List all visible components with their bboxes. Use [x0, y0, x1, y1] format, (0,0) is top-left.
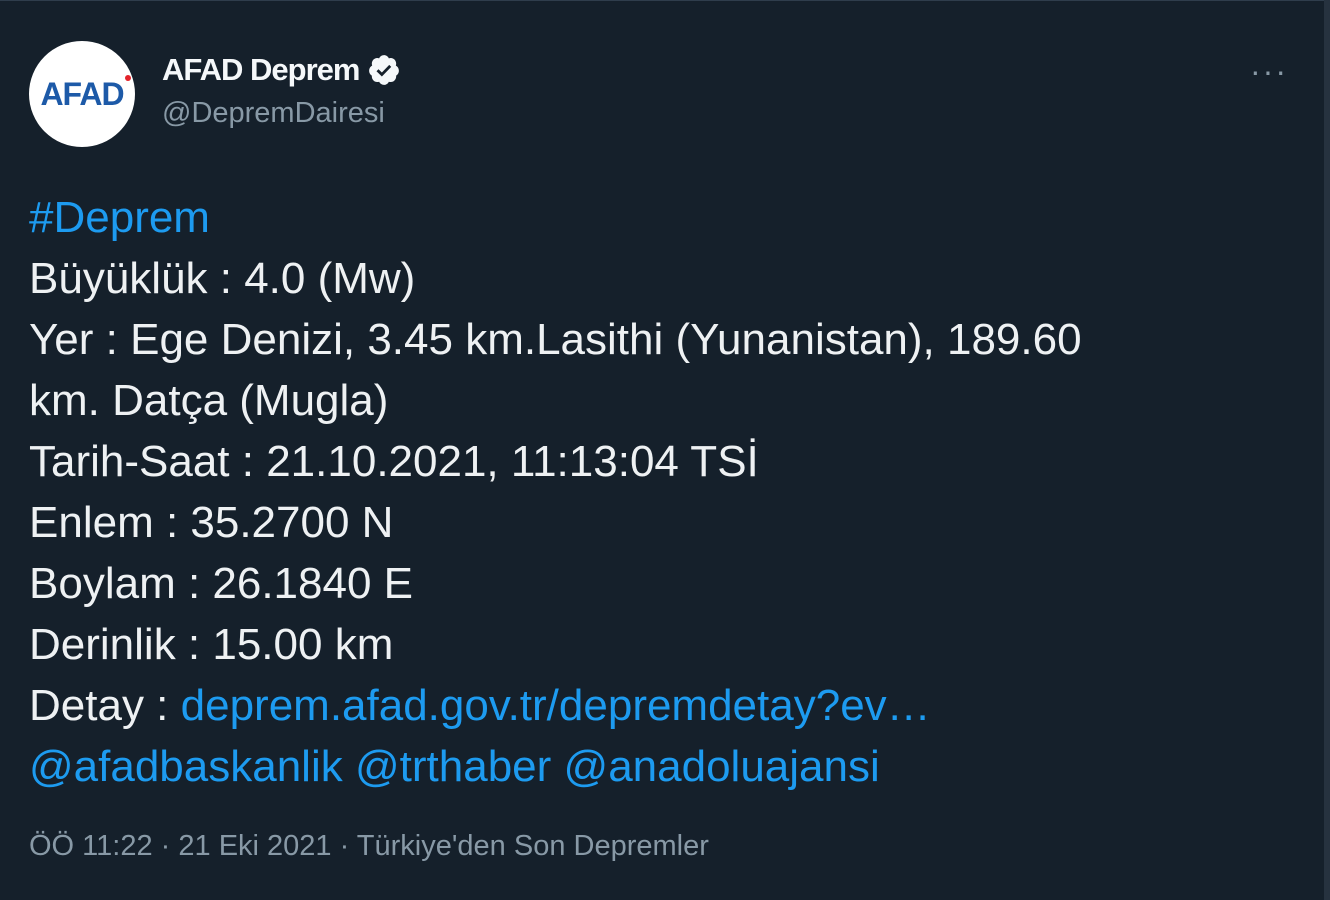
mention-trthaber[interactable]: @trthaber	[355, 742, 551, 791]
scrollbar-track[interactable]	[1324, 0, 1330, 900]
avatar-logo-text: AFAD	[40, 75, 124, 112]
meta-separator: ·	[331, 830, 357, 862]
tweet-date[interactable]: 21 Eki 2021	[178, 830, 331, 862]
magnitude-line: Büyüklük : 4.0 (Mw)	[29, 254, 416, 303]
mentions-line: @afadbaskanlik @trthaber @anadoluajansi	[29, 736, 1309, 797]
tweet-time[interactable]: ÖÖ 11:22	[29, 830, 153, 862]
datetime-line: Tarih-Saat : 21.10.2021, 11:13:04 TSİ	[29, 437, 759, 486]
tweet-source[interactable]: Türkiye'den Son Depremler	[357, 830, 709, 862]
detail-line: Detay : deprem.afad.gov.tr/depremdetay?e…	[29, 675, 1309, 736]
verified-badge-icon	[369, 55, 400, 85]
mention-afadbaskanlik[interactable]: @afadbaskanlik	[29, 742, 343, 791]
detail-link[interactable]: deprem.afad.gov.tr/depremdetay?ev…	[181, 681, 931, 730]
depth-line: Derinlik : 15.00 km	[29, 620, 394, 669]
location-line-1: Yer : Ege Denizi, 3.45 km.Lasithi (Yunan…	[29, 315, 1082, 364]
user-handle[interactable]: @DepremDairesi	[162, 97, 385, 130]
hashtag-link[interactable]: #Deprem	[29, 193, 210, 242]
location-line-2: km. Datça (Mugla)	[29, 376, 389, 425]
tweet-meta: ÖÖ 11:22 · 21 Eki 2021 · Türkiye'den Son…	[29, 830, 709, 863]
latitude-line: Enlem : 35.2700 N	[29, 498, 394, 547]
logo-dot	[124, 74, 131, 81]
meta-separator: ·	[152, 830, 179, 862]
display-name[interactable]: AFAD Deprem	[162, 52, 401, 88]
tweet-text: #Deprem Büyüklük : 4.0 (Mw) Yer : Ege De…	[29, 187, 1309, 797]
detail-label: Detay :	[29, 681, 181, 730]
more-options-icon[interactable]: ···	[1250, 53, 1288, 90]
longitude-line: Boylam : 26.1840 E	[29, 559, 414, 608]
afad-logo: AFAD	[40, 74, 131, 113]
avatar[interactable]: AFAD	[29, 41, 135, 147]
mention-anadoluajansi[interactable]: @anadoluajansi	[564, 742, 880, 791]
display-name-text[interactable]: AFAD Deprem	[162, 52, 360, 88]
